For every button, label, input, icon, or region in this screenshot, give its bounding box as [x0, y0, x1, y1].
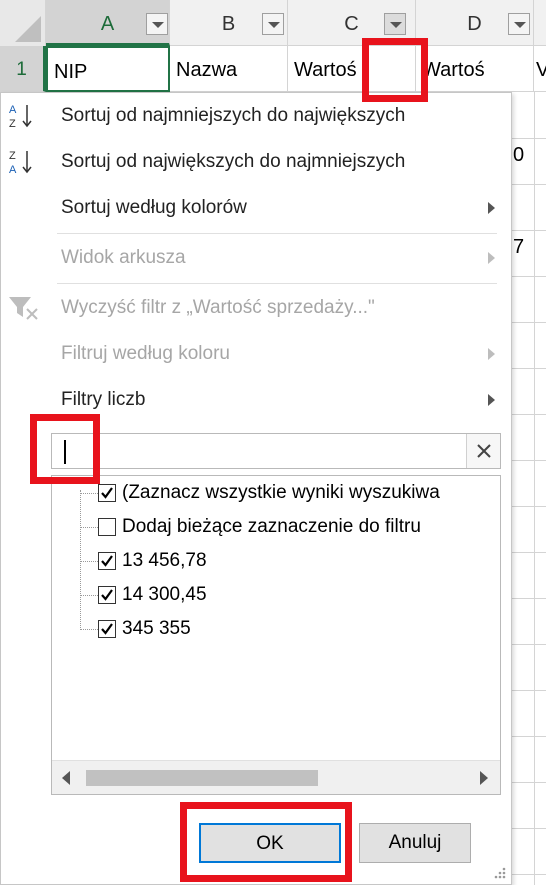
gridline	[512, 276, 546, 277]
gridline	[512, 598, 546, 599]
menu-label: Wyczyść filtr z „Wartość sprzedaży..."	[61, 297, 375, 318]
highlight-filter-button	[362, 38, 428, 102]
checkbox-unchecked[interactable]	[98, 518, 116, 536]
header-wartosc-d: Wartoś	[422, 59, 485, 81]
gridline	[534, 92, 535, 885]
menu-separator	[57, 233, 497, 234]
sort-descending-icon: Z A	[9, 150, 32, 176]
check-icon	[101, 487, 113, 499]
checkbox-checked[interactable]	[98, 484, 116, 502]
close-icon	[477, 444, 491, 458]
gridline	[512, 230, 546, 231]
list-item-label: 13 456,78	[122, 550, 207, 571]
search-input[interactable]	[58, 437, 458, 465]
checkbox-checked[interactable]	[98, 552, 116, 570]
submenu-arrow-icon	[488, 202, 495, 214]
svg-text:A: A	[9, 164, 17, 176]
clear-filter-icon	[9, 297, 38, 320]
gridline	[512, 184, 546, 185]
clear-search-button[interactable]	[466, 434, 500, 468]
gridline	[512, 138, 546, 139]
gridline	[512, 828, 546, 829]
submenu-arrow-icon	[488, 348, 495, 360]
autofilter-dropdown: A Z Sortuj od najmniejszych do największ…	[0, 92, 512, 885]
menu-filter-by-color: Filtruj według koloru	[1, 331, 511, 377]
cell-d1[interactable]: Wartoś	[416, 46, 534, 92]
menu-clear-filter: Wyczyść filtr z „Wartość sprzedaży..."	[1, 285, 511, 331]
header-e-partial: V	[536, 59, 546, 81]
menu-separator	[57, 283, 497, 284]
list-item-label: 14 300,45	[122, 584, 207, 605]
svg-text:Z: Z	[9, 150, 16, 162]
sort-ascending-icon: A Z	[9, 104, 32, 130]
filter-dropdown-a[interactable]	[146, 13, 168, 35]
cell-e1[interactable]: V	[534, 46, 546, 92]
select-all-corner[interactable]	[0, 0, 46, 46]
submenu-arrow-icon	[488, 394, 495, 406]
check-icon	[101, 623, 113, 635]
gridline	[512, 874, 546, 875]
cell-a1[interactable]: NIP	[46, 46, 170, 92]
gridline	[512, 552, 546, 553]
search-box	[51, 433, 501, 469]
svg-text:Z: Z	[9, 118, 16, 130]
gridline	[512, 736, 546, 737]
scroll-left-icon[interactable]	[62, 771, 70, 785]
header-nip: NIP	[54, 61, 88, 83]
filter-dropdown-b[interactable]	[262, 13, 284, 35]
menu-label: Filtry liczb	[61, 389, 146, 410]
scroll-right-icon[interactable]	[480, 771, 488, 785]
menu-sheet-view: Widok arkusza	[1, 235, 511, 281]
checkbox-checked[interactable]	[98, 586, 116, 604]
menu-label: Sortuj według kolorów	[61, 197, 247, 218]
gridline	[512, 460, 546, 461]
gridline	[512, 414, 546, 415]
check-icon	[101, 589, 113, 601]
tree-connector	[80, 490, 81, 630]
svg-text:A: A	[9, 104, 17, 116]
cell-peek-value: 0	[513, 144, 525, 166]
header-wartosc-c: Wartoś	[294, 59, 357, 81]
filter-dropdown-d[interactable]	[508, 13, 530, 35]
gridline	[512, 690, 546, 691]
scroll-thumb[interactable]	[86, 770, 318, 786]
menu-sort-ascending[interactable]: A Z Sortuj od najmniejszych do największ…	[1, 93, 511, 139]
cell-b1[interactable]: Nazwa	[170, 46, 288, 92]
cancel-button[interactable]: Anuluj	[359, 823, 471, 863]
list-item-label: 345 355	[122, 618, 191, 639]
gridline	[512, 644, 546, 645]
header-nazwa: Nazwa	[176, 59, 238, 81]
gridline	[512, 782, 546, 783]
checkbox-checked[interactable]	[98, 620, 116, 638]
gridline	[512, 322, 546, 323]
resize-grip-icon[interactable]	[493, 866, 507, 880]
highlight-search-input	[30, 414, 100, 484]
cell-peek-value: 7	[513, 236, 525, 258]
menu-sort-by-color[interactable]: Sortuj według kolorów	[1, 185, 511, 231]
menu-label: Sortuj od najmniejszych do największych	[61, 105, 406, 126]
check-icon	[101, 555, 113, 567]
menu-label: Widok arkusza	[61, 247, 186, 268]
filter-dropdown-c[interactable]	[384, 13, 406, 35]
gridline	[512, 368, 546, 369]
row-header-1[interactable]: 1	[0, 46, 46, 92]
list-item-label: Dodaj bieżące zaznaczenie do filtru	[122, 516, 421, 537]
horizontal-scrollbar[interactable]	[52, 760, 500, 794]
menu-sort-descending[interactable]: Z A Sortuj od największych do najmniejsz…	[1, 139, 511, 185]
menu-label: Filtruj według koloru	[61, 343, 230, 364]
gridline	[512, 506, 546, 507]
submenu-arrow-icon	[488, 252, 495, 264]
menu-label: Sortuj od największych do najmniejszych	[61, 151, 406, 172]
filter-values-list[interactable]: (Zaznacz wszystkie wyniki wyszukiwa Doda…	[51, 475, 501, 795]
list-item-label: (Zaznacz wszystkie wyniki wyszukiwa	[122, 482, 440, 503]
highlight-ok-button	[180, 802, 352, 882]
